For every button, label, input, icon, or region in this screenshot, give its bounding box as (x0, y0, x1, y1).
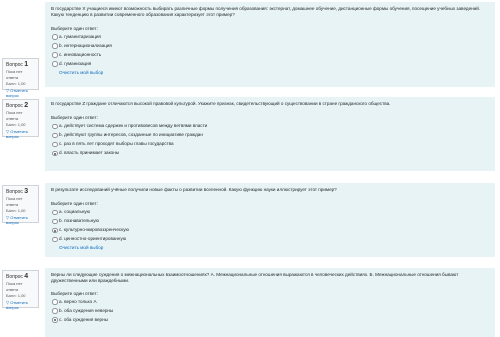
option-label: d. власть принимает законы (59, 150, 120, 156)
answer-option[interactable]: d. гуманизация (51, 59, 489, 68)
flag-label: Отметить вопрос (6, 88, 28, 98)
question-status: Пока нет ответа (6, 196, 23, 207)
option-label: d. ценностно-ориентированную (59, 236, 127, 242)
answer-option[interactable]: c. раз в пять лет проходят выборы главы … (51, 139, 489, 148)
radio-button[interactable] (52, 236, 58, 243)
question-status: Пока нет ответа (6, 110, 23, 121)
radio-button[interactable] (52, 299, 58, 305)
option-label: b. интернационализация (59, 42, 112, 48)
radio-button-selected[interactable] (52, 317, 58, 323)
answer-option[interactable]: c. инновационность (51, 50, 489, 59)
question-label: Вопрос (6, 189, 23, 195)
question-label: Вопрос (6, 274, 23, 280)
answer-option[interactable]: b. оба суждения неверны (51, 306, 489, 315)
flag-question-link[interactable]: ▽ Отметить вопрос (6, 215, 35, 225)
option-label: a. социальную (59, 209, 91, 215)
question-mark: Балл: 1,00 (6, 122, 26, 127)
answer-option[interactable]: d. власть принимает законы (51, 148, 489, 157)
question-number: 3 (24, 188, 29, 195)
question-info: Вопрос 1 Пока нет ответа Балл: 1,00 ▽ От… (2, 58, 39, 98)
question-content: В результате исследований учёные получил… (45, 183, 495, 257)
radio-button[interactable] (52, 34, 58, 40)
clear-choice-link[interactable]: Очистить мой выбор (51, 70, 489, 75)
option-label: a. верно только А (59, 298, 97, 304)
answer-option[interactable]: d. ценностно-ориентированную (51, 234, 489, 243)
answer-option[interactable]: b. действуют группы интересов, созданные… (51, 130, 489, 139)
radio-button-selected[interactable] (52, 227, 58, 234)
question-mark: Балл: 1,00 (6, 81, 26, 86)
answer-option[interactable]: c. оба суждения верны (51, 315, 489, 324)
option-label: c. оба суждения верны (59, 316, 108, 322)
question-text: В государстве Х учащиеся имеют возможнос… (51, 6, 481, 18)
answer-option[interactable]: a. социальную (51, 207, 489, 216)
option-label: d. гуманизация (59, 60, 92, 66)
question-content: Верны ли следующие суждения о межнациона… (45, 268, 495, 337)
flag-question-link[interactable]: ▽ Отметить вопрос (6, 129, 35, 139)
answer-option[interactable]: a. действует система сдержек и противове… (51, 121, 489, 130)
option-label: b. действуют группы интересов, созданные… (59, 132, 203, 138)
option-label: a. действует система сдержек и противове… (59, 123, 208, 129)
radio-button[interactable] (52, 141, 58, 148)
radio-button[interactable] (52, 209, 58, 216)
answer-option[interactable]: b. познавательную (51, 216, 489, 225)
answer-option[interactable]: b. интернационализация (51, 41, 489, 50)
radio-button[interactable] (52, 52, 58, 58)
question-label: Вопрос (6, 62, 23, 68)
radio-button[interactable] (52, 123, 58, 130)
question-label: Вопрос (6, 103, 23, 109)
answer-option[interactable]: c. культурно-мировоззренческую (51, 225, 489, 234)
radio-button[interactable] (52, 43, 58, 49)
option-label: b. познавательную (59, 218, 99, 224)
answer-option[interactable]: a. верно только А (51, 297, 489, 306)
option-label: a. гуманитаризация (59, 33, 101, 39)
question-info: Вопрос 3 Пока нет ответа Балл: 1,00 ▽ От… (2, 185, 39, 225)
question-content: В государстве Z граждане отличаются высо… (45, 97, 495, 171)
question-info: Вопрос 4 Пока нет ответа Балл: 1,00 ▽ От… (2, 270, 39, 310)
flag-label: Отметить вопрос (6, 129, 28, 139)
question-number: 1 (24, 61, 29, 68)
radio-button[interactable] (52, 308, 58, 314)
option-label: b. оба суждения неверны (59, 307, 114, 313)
radio-button-selected[interactable] (52, 150, 58, 157)
question-content: В государстве Х учащиеся имеют возможнос… (45, 2, 495, 87)
option-label: c. культурно-мировоззренческую (59, 227, 129, 233)
question-text: В результате исследований учёные получил… (51, 187, 337, 192)
option-label: c. инновационность (59, 51, 102, 57)
answer-option[interactable]: a. гуманитаризация (51, 32, 489, 41)
flag-question-link[interactable]: ▽ Отметить вопрос (6, 88, 35, 98)
question-text: В государстве Z граждане отличаются высо… (51, 101, 391, 106)
question-status: Пока нет ответа (6, 69, 23, 80)
option-label: c. раз в пять лет проходят выборы главы … (59, 141, 174, 147)
question-mark: Балл: 1,00 (6, 208, 26, 213)
flag-label: Отметить вопрос (6, 300, 28, 310)
radio-button[interactable] (52, 218, 58, 225)
radio-button[interactable] (52, 61, 58, 67)
question-number: 4 (24, 273, 29, 280)
question-text: Верны ли следующие суждения о межнациона… (51, 272, 459, 284)
question-info: Вопрос 2 Пока нет ответа Балл: 1,00 ▽ От… (2, 99, 39, 139)
radio-button[interactable] (52, 132, 58, 139)
question-status: Пока нет ответа (6, 281, 23, 292)
flag-label: Отметить вопрос (6, 215, 28, 225)
flag-question-link[interactable]: ▽ Отметить вопрос (6, 300, 35, 310)
question-mark: Балл: 1,00 (6, 293, 26, 298)
question-number: 2 (24, 102, 29, 109)
clear-choice-link[interactable]: Очистить мой выбор (51, 245, 489, 250)
